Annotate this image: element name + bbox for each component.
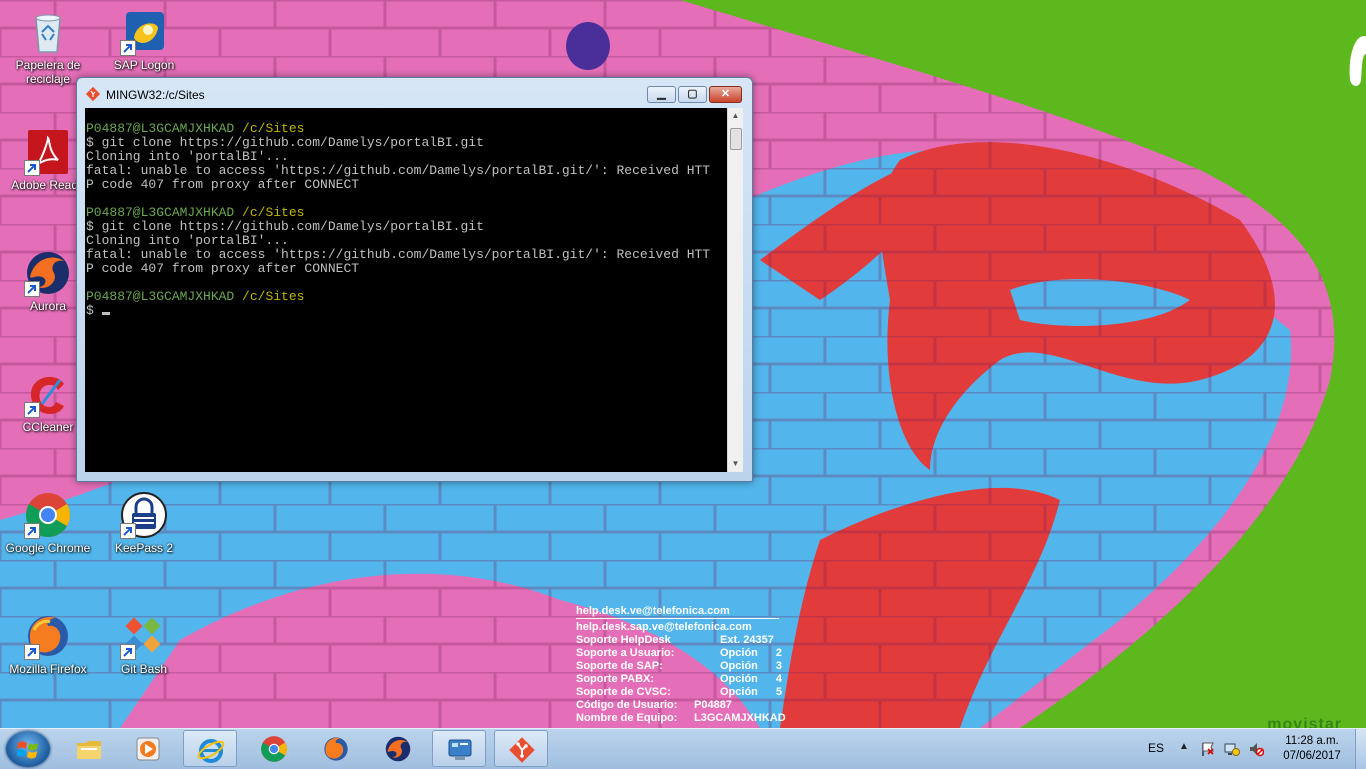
window-titlebar[interactable]: MINGW32:/c/Sites ▁ ▢ ✕ xyxy=(77,78,752,108)
scroll-down-arrow-icon[interactable]: ▼ xyxy=(728,456,743,472)
support-email-1: help.desk.ve@telefonica.com xyxy=(576,605,730,617)
scroll-thumb[interactable] xyxy=(730,128,742,150)
input-line[interactable]: $ xyxy=(86,304,727,318)
maximize-icon: ▢ xyxy=(687,88,698,100)
git-diamond-icon xyxy=(85,86,101,102)
taskbar-aurora[interactable] xyxy=(371,730,425,767)
shortcut-arrow-icon xyxy=(24,644,40,660)
console-line: P code 407 from proxy after CONNECT xyxy=(86,261,360,276)
shortcut-arrow-icon xyxy=(120,644,136,660)
shortcut-arrow-icon xyxy=(120,40,136,56)
brand-wordmark: movistar xyxy=(1267,716,1342,728)
taskbar-explorer[interactable] xyxy=(62,730,116,767)
minimize-icon: ▁ xyxy=(657,88,666,100)
clock-time: 11:28 a.m. xyxy=(1285,735,1339,747)
console-line: $ git clone https://github.com/Damelys/p… xyxy=(86,219,484,234)
shortcut-arrow-icon xyxy=(120,523,136,539)
user-code-row: Código de Usuario: P04887 xyxy=(576,699,732,711)
terminal-window[interactable]: MINGW32:/c/Sites ▁ ▢ ✕ P04887@L3GCAMJXHK… xyxy=(76,77,753,482)
prompt-line: P04887@L3GCAMJXHKAD /c/Sites xyxy=(86,205,305,220)
desktop-icon-keepass[interactable]: KeePass 2 xyxy=(98,491,190,555)
desktop-icon-sap-logon[interactable]: SAP Logon xyxy=(98,8,190,72)
text-cursor xyxy=(101,312,110,315)
clock-date: 07/06/2017 xyxy=(1283,750,1341,762)
taskbar-media-player[interactable] xyxy=(121,730,175,767)
vertical-scrollbar[interactable]: ▲ ▼ xyxy=(727,108,743,472)
support-divider xyxy=(576,618,779,619)
windows-logo-icon xyxy=(17,741,38,759)
desktop-icon-label: KeePass 2 xyxy=(114,541,174,555)
git-bash-icon xyxy=(509,737,535,763)
support-row: Soporte de SAP: Opción 3 xyxy=(576,660,782,672)
show-desktop-button[interactable] xyxy=(1355,729,1366,769)
start-button[interactable] xyxy=(6,731,50,767)
shortcut-arrow-icon xyxy=(24,402,40,418)
media-player-icon xyxy=(136,737,160,761)
network-icon[interactable] xyxy=(1224,741,1240,757)
console-line: fatal: unable to access 'https://github.… xyxy=(86,163,711,178)
desktop-icon-google-chrome[interactable]: Google Chrome xyxy=(2,491,94,555)
desktop-icon-label: Git Bash xyxy=(120,662,168,676)
support-info-panel: help.desk.ve@telefonica.com help.desk.sa… xyxy=(576,605,790,725)
taskbar-git-bash[interactable] xyxy=(494,730,548,767)
chrome-icon xyxy=(261,736,287,762)
taskbar-chrome[interactable] xyxy=(247,730,301,767)
action-center-flag-icon[interactable] xyxy=(1200,741,1216,757)
support-row: Soporte PABX: Opción 4 xyxy=(576,673,782,685)
desktop-icon-mozilla-firefox[interactable]: Mozilla Firefox xyxy=(2,612,94,676)
console-line: Cloning into 'portalBI'... xyxy=(86,233,289,248)
desktop-icon-recycle-bin[interactable]: Papelera de reciclaje xyxy=(2,8,94,86)
terminal-console[interactable]: P04887@L3GCAMJXHKAD /c/Sites $ git clone… xyxy=(85,108,727,472)
desktop-icon-label: SAP Logon xyxy=(113,58,175,72)
desktop-icon-label: Google Chrome xyxy=(5,541,91,555)
minimize-button[interactable]: ▁ xyxy=(647,86,676,103)
explorer-icon xyxy=(77,741,101,759)
recycle-bin-icon xyxy=(35,14,61,53)
shortcut-arrow-icon xyxy=(24,523,40,539)
scroll-up-arrow-icon[interactable]: ▲ xyxy=(728,108,743,124)
taskbar-internet-explorer[interactable] xyxy=(183,730,237,767)
console-line: P code 407 from proxy after CONNECT xyxy=(86,177,360,192)
desktop-icon-label: Mozilla Firefox xyxy=(9,662,87,676)
taskbar-firefox[interactable] xyxy=(309,730,363,767)
taskbar: ES ▲ 11:28 a.m. 07/06/2017 xyxy=(0,728,1366,769)
close-icon: ✕ xyxy=(720,88,731,100)
taskbar-clock[interactable]: 11:28 a.m. 07/06/2017 xyxy=(1278,734,1346,764)
close-button[interactable]: ✕ xyxy=(709,86,742,103)
control-panel-icon xyxy=(448,739,472,760)
aurora-icon xyxy=(385,736,411,762)
shortcut-arrow-icon xyxy=(24,160,40,176)
taskbar-control-panel[interactable] xyxy=(432,730,486,767)
console-line: fatal: unable to access 'https://github.… xyxy=(86,247,711,262)
prompt-line: P04887@L3GCAMJXHKAD /c/Sites xyxy=(86,289,305,304)
language-indicator[interactable]: ES xyxy=(1148,741,1164,755)
window-title: MINGW32:/c/Sites xyxy=(106,88,205,102)
support-email-2: help.desk.sap.ve@telefonica.com xyxy=(576,621,752,633)
support-row: Soporte a Usuario: Opción 2 xyxy=(576,647,782,659)
volume-muted-icon[interactable] xyxy=(1248,741,1264,757)
console-line: Cloning into 'portalBI'... xyxy=(86,149,289,164)
firefox-icon xyxy=(324,737,348,761)
support-row: Soporte HelpDesk Ext. 24357 xyxy=(576,634,774,646)
console-line: $ git clone https://github.com/Damelys/p… xyxy=(86,135,484,150)
desktop-icon-git-bash[interactable]: Git Bash xyxy=(98,612,190,676)
show-hidden-icons-arrow-icon[interactable]: ▲ xyxy=(1179,741,1189,752)
maximize-button[interactable]: ▢ xyxy=(678,86,707,103)
prompt-line: P04887@L3GCAMJXHKAD /c/Sites xyxy=(86,121,305,136)
internet-explorer-icon xyxy=(197,739,225,763)
machine-name-row: Nombre de Equipo: L3GCAMJXHKAD xyxy=(576,712,786,724)
support-row: Soporte de CVSC: Opción 5 xyxy=(576,686,782,698)
shortcut-arrow-icon xyxy=(24,281,40,297)
